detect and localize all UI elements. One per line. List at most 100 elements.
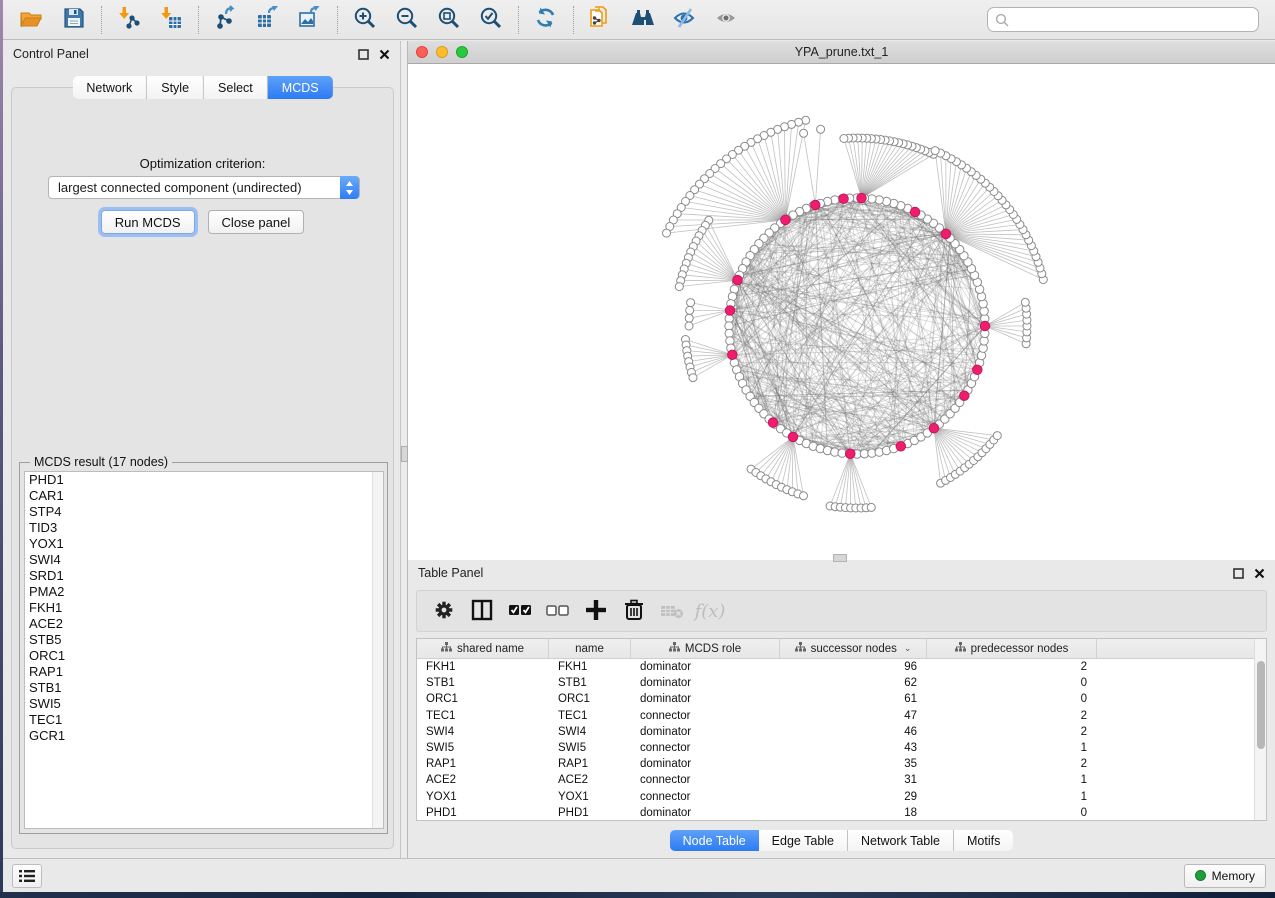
column-label: successor nodes xyxy=(811,643,897,655)
run-mcds-button[interactable]: Run MCDS xyxy=(101,210,195,234)
table-row[interactable]: FKH1FKH1dominator962 xyxy=(417,659,1266,675)
close-panel-button[interactable]: Close panel xyxy=(208,210,305,234)
network-graph[interactable] xyxy=(408,64,1275,559)
search-input[interactable] xyxy=(1014,13,1251,27)
table-row[interactable]: RAP1RAP1dominator352 xyxy=(417,756,1266,772)
deselect-all-button[interactable] xyxy=(541,594,575,628)
function-builder-button: f(x) xyxy=(693,594,727,628)
mcds-result-item[interactable]: FKH1 xyxy=(25,600,383,616)
export-network-button[interactable] xyxy=(205,3,247,37)
mcds-panel-card: NetworkStyleSelectMCDS Optimization crit… xyxy=(11,87,394,849)
export-table-button[interactable] xyxy=(247,3,289,37)
close-panel-icon[interactable] xyxy=(379,49,390,60)
table-cell: RAP1 xyxy=(417,758,549,770)
mcds-result-item[interactable]: STP4 xyxy=(25,504,383,520)
mcds-result-item[interactable]: TID3 xyxy=(25,520,383,536)
save-session-button[interactable] xyxy=(53,3,95,37)
tab-network[interactable]: Network xyxy=(72,76,147,99)
column-header-successor-nodes[interactable]: successor nodes⌄ xyxy=(780,639,927,658)
mcds-result-item[interactable]: GCR1 xyxy=(25,728,383,744)
mcds-result-item[interactable]: PHD1 xyxy=(25,472,383,488)
mcds-result-item[interactable]: SWI5 xyxy=(25,696,383,712)
import-network-button[interactable] xyxy=(108,3,150,37)
task-history-button[interactable] xyxy=(12,864,42,888)
vertical-splitter[interactable] xyxy=(401,41,408,858)
tab-node-table[interactable]: Node Table xyxy=(670,830,759,851)
table-cell: 1 xyxy=(927,742,1097,754)
network-window-titlebar[interactable]: YPA_prune.txt_1 xyxy=(408,41,1275,64)
column-header-name[interactable]: name xyxy=(549,639,631,658)
table-row[interactable]: ACE2ACE2connector311 xyxy=(417,772,1266,788)
hide-selected-button[interactable] xyxy=(664,3,706,37)
float-panel-icon[interactable] xyxy=(358,49,369,60)
node-table-header: shared name name MCDS rolesuccessor nodes⌄… xyxy=(417,639,1266,659)
table-panel-titlebar: Table Panel xyxy=(408,560,1275,586)
column-header-shared-name[interactable]: shared name xyxy=(417,639,549,658)
float-table-panel-icon[interactable] xyxy=(1233,568,1244,579)
refresh-button[interactable] xyxy=(525,3,567,37)
tab-motifs[interactable]: Motifs xyxy=(954,830,1013,851)
criterion-select[interactable]: largest connected component (undirected) xyxy=(48,176,360,199)
mcds-result-item[interactable]: CAR1 xyxy=(25,488,383,504)
column-label: name xyxy=(575,643,604,655)
network-window-title: YPA_prune.txt_1 xyxy=(408,45,1275,59)
import-network-icon xyxy=(116,5,142,34)
mcds-result-item[interactable]: STB1 xyxy=(25,680,383,696)
delete-column-button[interactable] xyxy=(617,594,651,628)
horizontal-splitter-handle[interactable] xyxy=(833,554,847,562)
column-header-predecessor-nodes[interactable]: predecessor nodes xyxy=(927,639,1097,658)
tab-select[interactable]: Select xyxy=(204,76,268,99)
table-cell: ORC1 xyxy=(417,693,549,705)
table-scrollbar-thumb[interactable] xyxy=(1257,661,1265,749)
mcds-result-item[interactable]: TEC1 xyxy=(25,712,383,728)
mcds-result-item[interactable]: SWI4 xyxy=(25,552,383,568)
open-file-button[interactable] xyxy=(11,3,53,37)
table-row[interactable]: SWI4SWI4dominator462 xyxy=(417,724,1266,740)
zoom-selected-button[interactable] xyxy=(470,3,512,37)
column-layout-button[interactable] xyxy=(465,594,499,628)
desktop-wallpaper-bottom xyxy=(0,892,1275,898)
mcds-result-item[interactable]: STB5 xyxy=(25,632,383,648)
mcds-result-item[interactable]: ACE2 xyxy=(25,616,383,632)
tab-mcds[interactable]: MCDS xyxy=(268,76,333,99)
table-row[interactable]: ORC1ORC1dominator610 xyxy=(417,691,1266,707)
node-table[interactable]: shared name name MCDS rolesuccessor nodes⌄… xyxy=(416,638,1267,821)
search-box[interactable] xyxy=(987,7,1259,32)
network-canvas[interactable] xyxy=(408,64,1275,559)
table-row[interactable]: TEC1TEC1connector472 xyxy=(417,708,1266,724)
vertical-splitter-handle[interactable] xyxy=(401,446,408,462)
add-column-button[interactable] xyxy=(579,594,613,628)
mcds-result-item[interactable]: ORC1 xyxy=(25,648,383,664)
mcds-result-item[interactable]: SRD1 xyxy=(25,568,383,584)
export-image-button[interactable] xyxy=(289,3,331,37)
tab-network-table[interactable]: Network Table xyxy=(848,830,954,851)
toolbar-separator xyxy=(198,6,199,34)
table-row[interactable]: PHD1PHD1dominator180 xyxy=(417,805,1266,821)
table-row[interactable]: YOX1YOX1connector291 xyxy=(417,789,1266,805)
find-button[interactable] xyxy=(622,3,664,37)
tab-edge-table[interactable]: Edge Table xyxy=(759,830,848,851)
table-cell: STB1 xyxy=(417,677,549,689)
table-cell: SWI5 xyxy=(549,742,631,754)
column-header-MCDS-role[interactable]: MCDS role xyxy=(631,639,780,658)
mcds-list-scrollbar[interactable] xyxy=(372,472,383,828)
table-scrollbar[interactable] xyxy=(1254,639,1266,820)
zoom-in-button[interactable] xyxy=(344,3,386,37)
share-document-button[interactable] xyxy=(580,3,622,37)
import-table-button[interactable] xyxy=(150,3,192,37)
table-row[interactable]: STB1STB1dominator620 xyxy=(417,675,1266,691)
mcds-result-item[interactable]: PMA2 xyxy=(25,584,383,600)
close-table-panel-icon[interactable] xyxy=(1254,568,1265,579)
zoom-fit-button[interactable] xyxy=(428,3,470,37)
mcds-result-item[interactable]: RAP1 xyxy=(25,664,383,680)
table-row[interactable]: SWI5SWI5connector431 xyxy=(417,740,1266,756)
tab-style[interactable]: Style xyxy=(147,76,204,99)
zoom-out-button[interactable] xyxy=(386,3,428,37)
criterion-selected-value: largest connected component (undirected) xyxy=(58,180,302,195)
select-all-button[interactable] xyxy=(503,594,537,628)
memory-button[interactable]: Memory xyxy=(1184,864,1266,888)
unchecked-boxes-icon xyxy=(545,597,571,626)
table-settings-button[interactable] xyxy=(427,594,461,628)
mcds-result-list[interactable]: PHD1CAR1STP4TID3YOX1SWI4SRD1PMA2FKH1ACE2… xyxy=(24,471,384,829)
mcds-result-item[interactable]: YOX1 xyxy=(25,536,383,552)
